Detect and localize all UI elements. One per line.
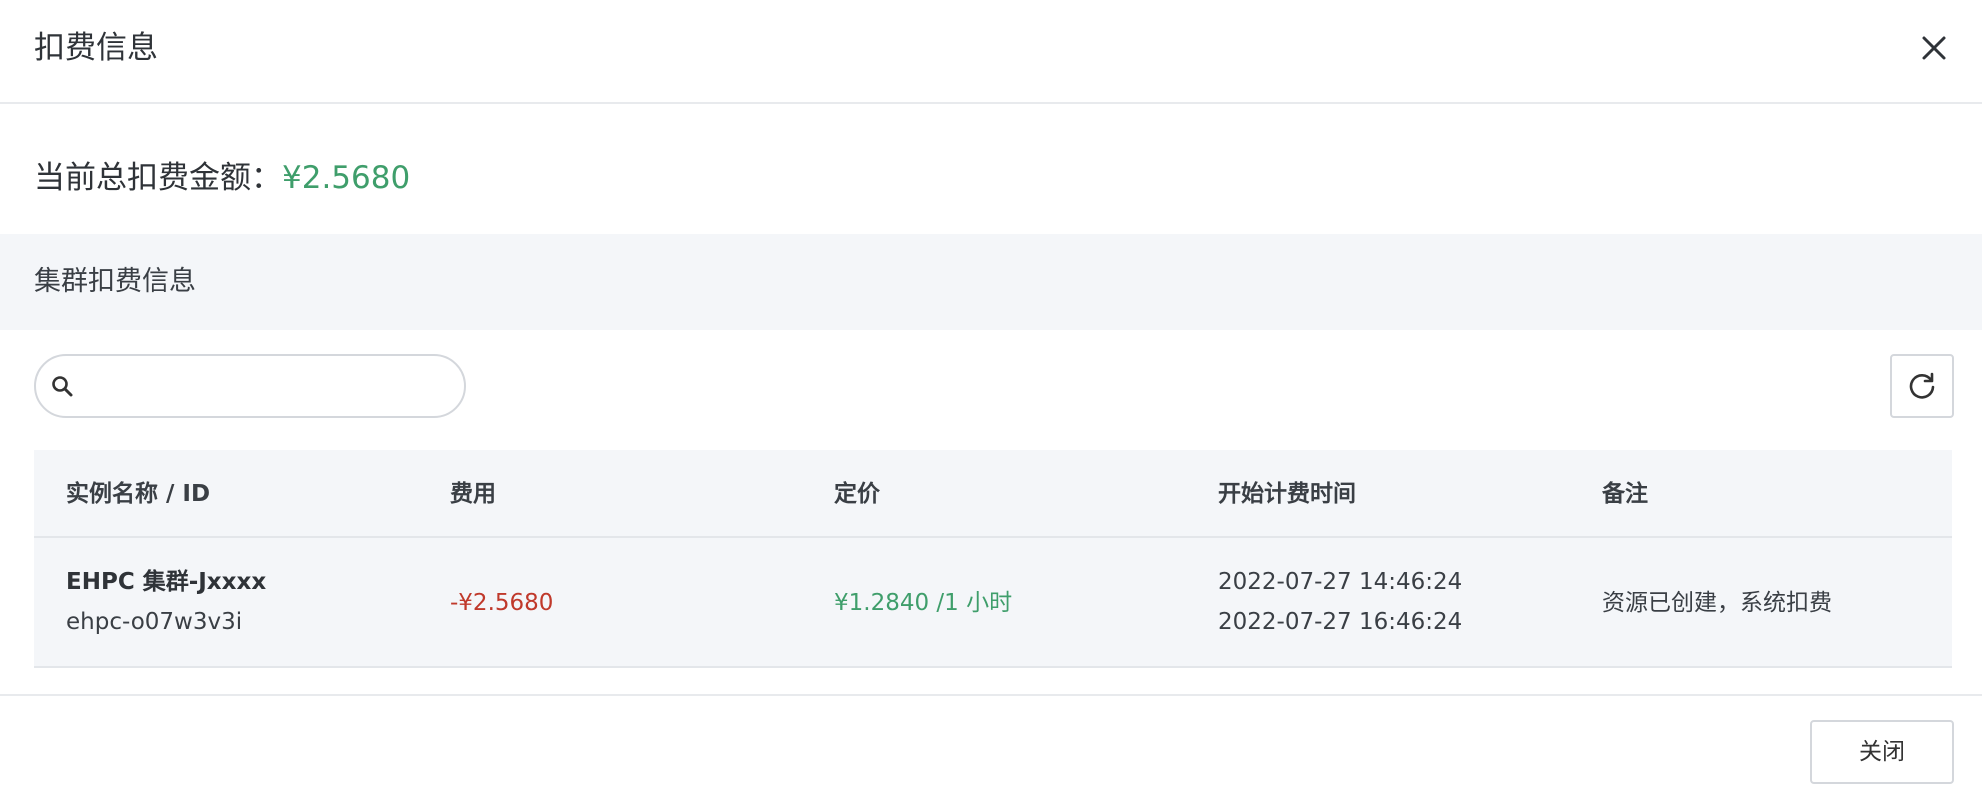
close-button[interactable]: 关闭 bbox=[1810, 720, 1954, 784]
instance-name: EHPC 集群-Jxxxx bbox=[66, 569, 267, 595]
table-header: 实例名称 / ID 费用 定价 开始计费时间 备注 bbox=[34, 450, 1952, 538]
section-title: 集群扣费信息 bbox=[34, 266, 196, 297]
instance-id: ehpc-o07w3v3i bbox=[66, 609, 243, 635]
billing-time-cell: 2022-07-27 14:46:24 2022-07-27 16:46:24 bbox=[1218, 562, 1462, 642]
instance-cell: EHPC 集群-Jxxxx ehpc-o07w3v3i bbox=[66, 562, 266, 642]
price-cell: ¥1.2840 /1 小时 bbox=[834, 590, 1013, 616]
close-icon[interactable] bbox=[1916, 30, 1952, 66]
total-charge-amount: ¥2.5680 bbox=[282, 160, 411, 196]
table-row: EHPC 集群-Jxxxx ehpc-o07w3v3i -¥2.5680 ¥1.… bbox=[34, 538, 1952, 668]
end-time: 2022-07-27 16:46:24 bbox=[1218, 609, 1463, 635]
column-header-note: 备注 bbox=[1602, 481, 1648, 507]
refresh-button[interactable] bbox=[1890, 354, 1954, 418]
note-cell: 资源已创建，系统扣费 bbox=[1602, 590, 1832, 616]
search-input[interactable] bbox=[88, 364, 448, 408]
start-time: 2022-07-27 14:46:24 bbox=[1218, 569, 1463, 595]
billing-table: 实例名称 / ID 费用 定价 开始计费时间 备注 EHPC 集群-Jxxxx … bbox=[34, 450, 1952, 668]
search-icon bbox=[52, 376, 73, 397]
dialog-header: 扣费信息 bbox=[0, 0, 1982, 104]
column-header-cost: 费用 bbox=[450, 481, 496, 507]
total-charge-label: 当前总扣费金额： bbox=[34, 160, 282, 196]
refresh-icon bbox=[1909, 372, 1935, 399]
dialog-title: 扣费信息 bbox=[34, 30, 158, 66]
footer-divider bbox=[0, 694, 1982, 696]
search-box[interactable] bbox=[34, 354, 466, 418]
cost-cell: -¥2.5680 bbox=[450, 590, 554, 616]
column-header-instance: 实例名称 / ID bbox=[66, 481, 211, 507]
total-charge-summary: 当前总扣费金额：¥2.5680 bbox=[34, 156, 410, 200]
billing-info-dialog: 扣费信息 当前总扣费金额：¥2.5680 集群扣费信息 实例名称 / ID 费用 bbox=[0, 0, 1982, 808]
column-header-price: 定价 bbox=[834, 481, 880, 507]
column-header-start-time: 开始计费时间 bbox=[1218, 481, 1356, 507]
section-header: 集群扣费信息 bbox=[0, 234, 1982, 330]
